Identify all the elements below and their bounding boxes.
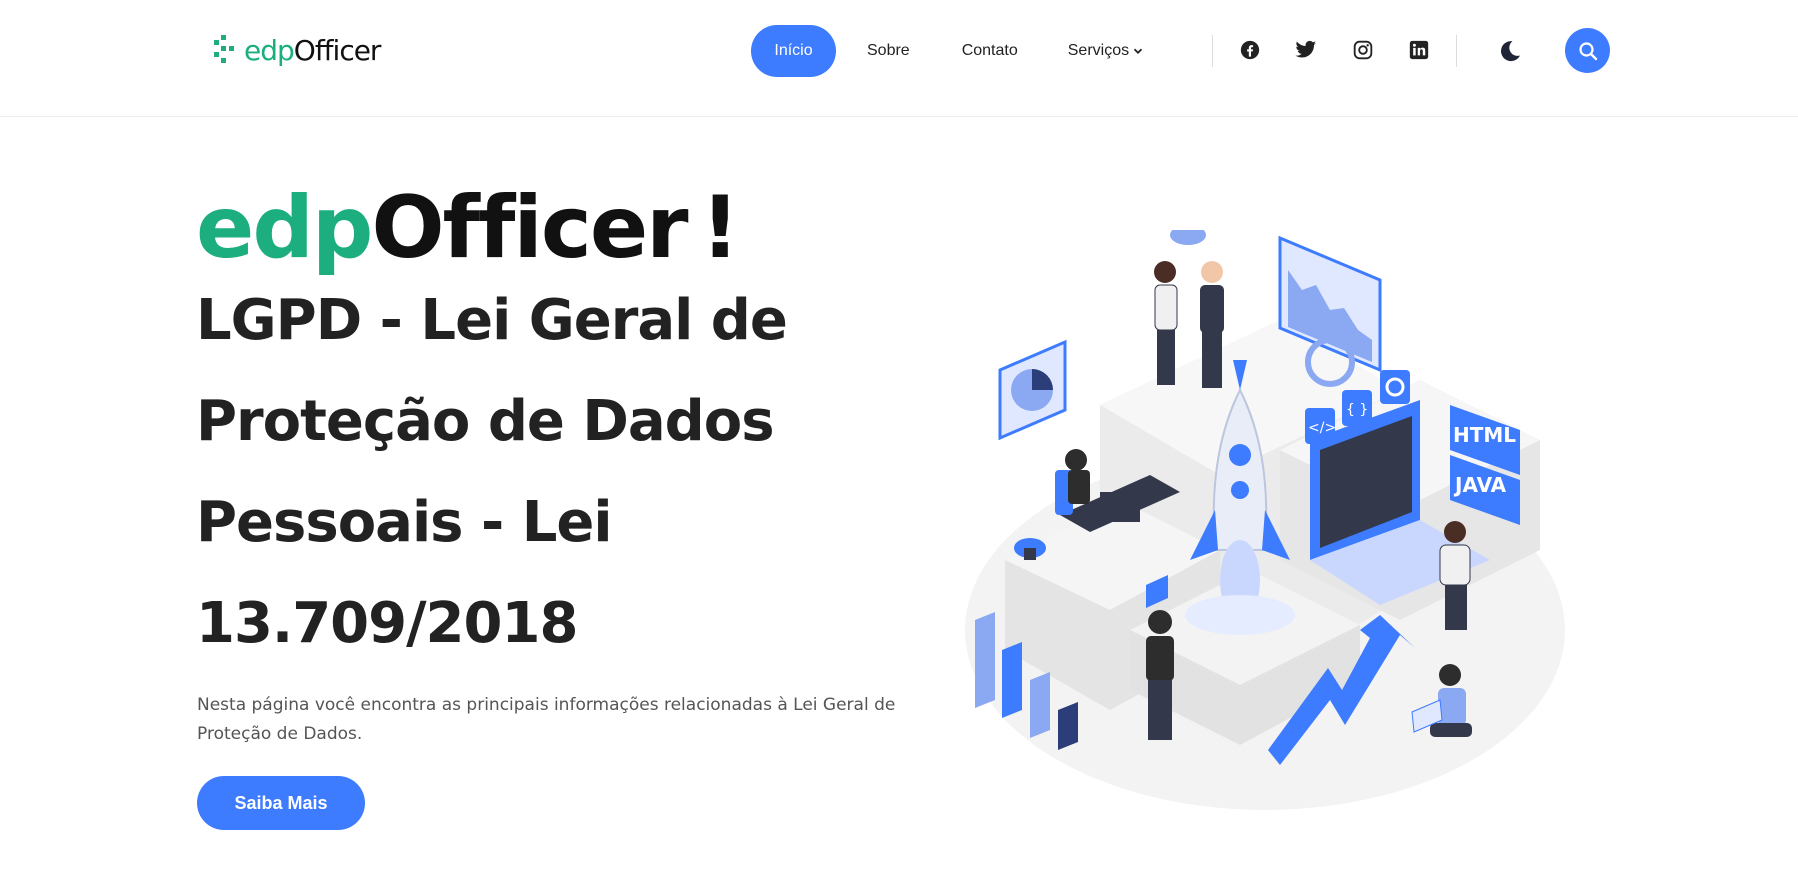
nav-item-servicos[interactable]: Serviços	[1046, 25, 1165, 77]
facebook-icon[interactable]	[1239, 39, 1261, 61]
site-header: edpOfficer Início Sobre Contato Serviços	[0, 0, 1798, 117]
hero-title: LGPD - Lei Geral de Proteção de Dados Pe…	[196, 270, 836, 674]
main-nav: Início Sobre Contato Serviços	[751, 25, 1165, 77]
svg-text:JAVA: JAVA	[1453, 473, 1507, 497]
search-button[interactable]	[1565, 28, 1610, 73]
search-icon	[1578, 41, 1597, 60]
saiba-mais-button[interactable]: Saiba Mais	[197, 776, 365, 830]
instagram-icon[interactable]	[1352, 39, 1374, 61]
hero-title-line: 13.709/2018	[196, 591, 578, 656]
svg-text:{ }: { }	[1346, 402, 1368, 418]
chevron-down-icon	[1133, 48, 1143, 54]
nav-item-sobre[interactable]: Sobre	[845, 25, 932, 77]
hero-description: Nesta página você encontra as principais…	[197, 695, 896, 744]
hero-illustration: </> { } HTML JAVA	[965, 230, 1565, 810]
logo-mark-icon	[214, 35, 234, 63]
linkedin-icon[interactable]	[1408, 39, 1430, 61]
hero-title-line: Pessoais - Lei	[196, 490, 613, 555]
twitter-icon[interactable]	[1295, 39, 1317, 61]
hero-title-line: Proteção de Dados	[196, 389, 775, 454]
hero-title-line: LGPD - Lei Geral de	[196, 288, 788, 353]
hero-brand: edpOfficer!	[196, 178, 740, 278]
nav-item-contato[interactable]: Contato	[940, 25, 1040, 77]
nav-item-servicos-label: Serviços	[1067, 42, 1130, 59]
site-logo[interactable]: edpOfficer	[212, 30, 381, 70]
nav-item-inicio[interactable]: Início	[751, 25, 836, 77]
nav-divider	[1456, 35, 1457, 67]
nav-divider	[1212, 35, 1213, 67]
moon-icon[interactable]	[1497, 38, 1523, 64]
logo-text: edpOfficer	[244, 33, 381, 67]
svg-text:HTML: HTML	[1453, 423, 1516, 447]
